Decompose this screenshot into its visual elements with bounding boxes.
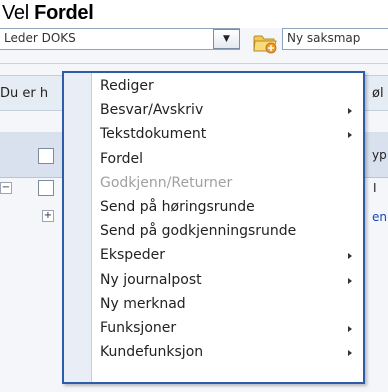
submenu-arrow-icon	[348, 253, 352, 260]
menu-item-label: Ny merknad	[100, 295, 186, 312]
menu-item-send-på-godkjenningsrunde[interactable]: Send på godkjenningsrunde	[92, 221, 363, 243]
grid-header-type-column[interactable]: yp	[372, 148, 387, 162]
menu-item-label: Rediger	[100, 78, 154, 94]
menu-item-label: Besvar/Avskriv	[100, 102, 204, 119]
menu-item-ekspeder[interactable]: Ekspeder	[92, 245, 363, 267]
row-type-value: I	[373, 181, 377, 195]
expand-icon[interactable]: +	[42, 210, 54, 222]
submenu-arrow-icon	[348, 350, 352, 357]
menu-item-label: Fordel	[100, 150, 144, 167]
role-select[interactable]: Leder DOKS	[0, 28, 240, 50]
collapse-icon[interactable]: −	[0, 182, 12, 194]
menu-item-besvar-avskriv[interactable]: Besvar/Avskriv	[92, 100, 363, 122]
menu-item-ny-merknad[interactable]: Ny merknad	[92, 294, 363, 316]
submenu-arrow-icon	[348, 326, 352, 332]
toolbar-divider	[0, 63, 388, 64]
role-dropdown-button[interactable]: ▼	[213, 29, 240, 49]
instruction-caption: Vel Fordel	[2, 2, 94, 25]
panel-header-text: Du er h	[0, 86, 49, 101]
instruction-emphasis: Fordel	[34, 2, 94, 24]
menu-item-label: Tekstdokument	[100, 126, 207, 143]
menu-item-tekstdokument[interactable]: Tekstdokument	[92, 124, 363, 146]
instruction-prefix: Vel	[2, 2, 35, 24]
menu-item-label: Godkjenn/Returner	[100, 174, 233, 191]
new-case-button[interactable]: Ny saksmap	[282, 28, 388, 50]
row-checkbox[interactable]	[38, 180, 54, 196]
new-case-label: Ny saksmap	[287, 31, 361, 45]
role-select-value: Leder DOKS	[4, 31, 76, 45]
menu-item-label: Send på høringsrunde	[100, 199, 255, 215]
menu-item-label: Kundefunksjon	[100, 344, 204, 361]
chevron-down-icon: ▼	[223, 34, 230, 44]
submenu-arrow-icon	[348, 132, 352, 139]
menu-item-ny-journalpost[interactable]: Ny journalpost	[92, 270, 363, 292]
menu-item-label: Send på godkjenningsrunde	[100, 223, 297, 240]
menu-item-kundefunksjon[interactable]: Kundefunksjon	[92, 342, 363, 364]
context-menu: Rediger Besvar/Avskriv Tekstdokument Fordel…	[62, 71, 365, 384]
menu-item-label: Ekspeder	[100, 247, 166, 264]
submenu-arrow-icon	[348, 277, 352, 284]
menu-item-label: Funksjoner	[100, 320, 177, 336]
menu-item-godkjenn-returner: Godkjenn/Returner	[92, 173, 363, 195]
row-link-text[interactable]: en	[372, 210, 387, 224]
menu-item-fordel[interactable]: Fordel	[92, 149, 363, 171]
menu-icon-gutter	[64, 73, 92, 382]
menu-item-rediger[interactable]: Rediger	[92, 76, 363, 98]
submenu-arrow-icon	[348, 108, 352, 115]
toolbar: Leder DOKS ▼ Ny saksmap	[0, 28, 388, 63]
menu-item-send-på-høringsrunde[interactable]: Send på høringsrunde	[92, 197, 363, 219]
menu-item-funksjoner[interactable]: Funksjoner	[92, 318, 363, 340]
menu-item-label: Ny journalpost	[100, 271, 202, 288]
application-screen: Leder DOKS ▼ Ny saksmap Du er h øl yp − …	[0, 28, 388, 392]
new-folder-icon[interactable]	[252, 29, 280, 55]
panel-header-right-text: øl	[372, 86, 384, 101]
select-all-checkbox[interactable]	[38, 148, 54, 164]
